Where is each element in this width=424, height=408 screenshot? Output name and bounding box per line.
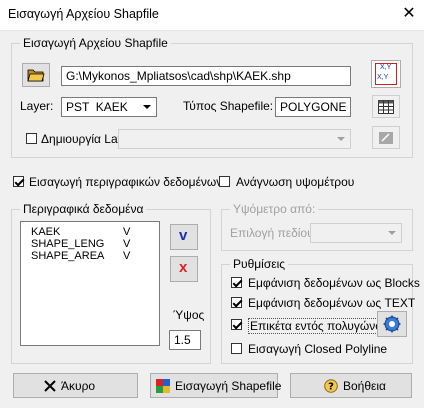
list-item-name: SHAPE_LENG — [31, 238, 105, 250]
chevron-down-icon — [337, 137, 345, 141]
xy-icon: X,Y X,Y — [375, 63, 397, 85]
read-elevation-label: Ανάγνωση υψομέτρου — [236, 175, 355, 189]
show-as-text-label: Εμφάνιση δεδομένων ως TEXT — [248, 296, 416, 310]
gear-icon — [383, 315, 401, 333]
read-elevation-checkbox[interactable] — [219, 176, 230, 187]
xy-icon-top-text: X,Y — [380, 64, 392, 71]
height-label: Ύψος — [173, 308, 205, 322]
chevron-down-icon — [388, 231, 396, 235]
list-item-flag: V — [123, 238, 131, 250]
x-icon: x — [179, 259, 188, 276]
show-as-blocks-label: Εμφάνιση δεδομένων ως Blocks — [248, 276, 420, 290]
display-settings-legend: Ρυθμίσεις — [230, 257, 289, 271]
mark-hidden-button[interactable]: x — [170, 256, 198, 282]
show-as-blocks-checkbox[interactable] — [231, 277, 242, 288]
layer-label: Layer: — [20, 99, 54, 113]
close-button[interactable]: ✕ — [396, 2, 422, 26]
label-inside-polygon-label: Επικέτα εντός πολυγώνου — [248, 318, 391, 334]
help-icon: ? — [324, 379, 338, 393]
import-descriptive-label: Εισαγωγή περιγραφικών δεδομένων — [29, 175, 223, 189]
open-folder-icon — [27, 69, 45, 82]
import-shapefile-button[interactable]: Εισαγωγή Shapefile — [150, 373, 282, 398]
closed-polyline-label: Εισαγωγή Closed Polyline — [248, 342, 388, 356]
descriptive-fields-list[interactable]: KAEK V SHAPE_LENG V SHAPE_AREA V — [20, 221, 160, 346]
window-title: Εισαγωγή Αρχείου Shapfile — [8, 7, 159, 21]
list-item-flag: V — [123, 226, 131, 238]
browse-folder-button[interactable] — [22, 63, 50, 87]
pen-edit-icon — [379, 132, 393, 144]
show-as-text-checkbox[interactable] — [231, 297, 242, 308]
list-item[interactable]: KAEK V — [31, 226, 130, 238]
closed-polyline-checkbox[interactable] — [231, 343, 242, 354]
descriptive-group-legend: Περιγραφικά δεδομένα — [20, 202, 147, 216]
label-settings-button[interactable] — [377, 311, 407, 337]
field-select-label: Επιλογή πεδίου: — [230, 226, 317, 240]
create-layers-checkbox[interactable] — [26, 133, 37, 144]
cancel-button-label: Άκυρο — [61, 379, 96, 393]
list-item-name: KAEK — [31, 226, 61, 238]
table-grid-icon — [378, 100, 394, 114]
file-group-legend: Εισαγωγή Αρχείου Shapfile — [20, 36, 171, 50]
height-input[interactable]: 1.5 — [169, 330, 201, 350]
mark-visible-button[interactable]: v — [170, 224, 198, 250]
elevation-group-legend: Υψόμετρο από: — [230, 202, 319, 216]
help-button[interactable]: ? Βοήθεια — [290, 373, 412, 398]
shapefile-import-icon — [156, 379, 170, 393]
list-item-flag: V — [123, 250, 131, 262]
shapefile-type-field: POLYGONE — [275, 97, 351, 117]
import-descriptive-checkbox[interactable] — [13, 176, 24, 187]
chevron-down-icon — [143, 105, 151, 109]
label-inside-polygon-checkbox[interactable] — [231, 319, 242, 330]
layers-action-button[interactable] — [372, 126, 400, 149]
layer-select-value: PST KAEK — [66, 100, 128, 114]
table-view-button[interactable] — [372, 95, 400, 118]
close-icon — [44, 380, 56, 392]
title-bar: Εισαγωγή Αρχείου Shapfile ✕ — [0, 0, 424, 31]
layer-select[interactable]: PST KAEK — [61, 97, 157, 117]
list-item-name: SHAPE_AREA — [31, 250, 105, 262]
elevation-field-select[interactable] — [310, 223, 402, 243]
help-button-label: Βοήθεια — [343, 379, 386, 393]
import-shapefile-label: Εισαγωγή Shapefile — [175, 379, 282, 393]
xy-coordinates-button[interactable]: X,Y X,Y — [371, 60, 401, 88]
list-item[interactable]: SHAPE_LENG V — [31, 238, 130, 250]
svg-text:?: ? — [328, 382, 334, 393]
xy-icon-bottom-text: X,Y — [377, 74, 389, 81]
v-icon: v — [179, 227, 188, 244]
create-layers-select[interactable] — [118, 129, 351, 149]
file-path-input[interactable]: G:\Mykonos_Mpliatsos\cad\shp\KAEK.shp — [61, 66, 351, 86]
cancel-button[interactable]: Άκυρο — [13, 373, 138, 398]
shapefile-type-label: Τύπος Shapefile: — [183, 99, 274, 113]
list-item[interactable]: SHAPE_AREA V — [31, 250, 130, 262]
